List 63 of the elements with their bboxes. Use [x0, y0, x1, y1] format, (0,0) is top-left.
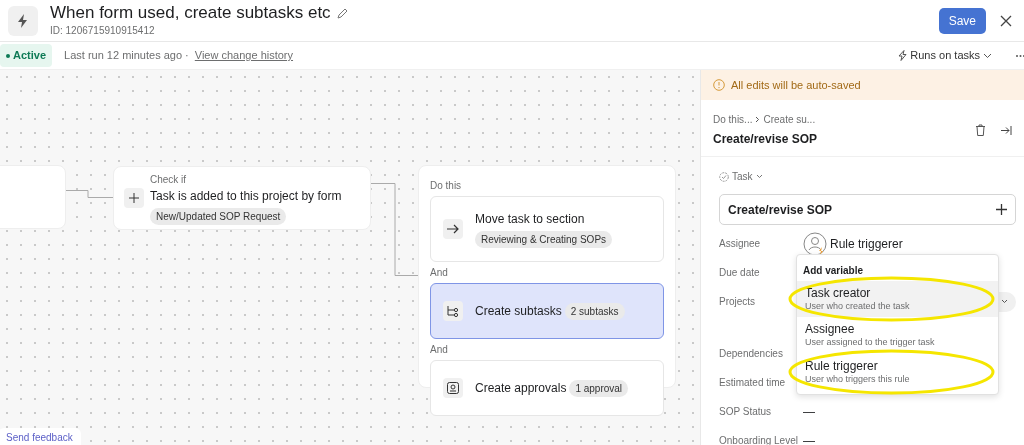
action-title: Create approvals: [475, 380, 567, 397]
plus-icon[interactable]: [996, 204, 1007, 215]
connector-line: [66, 190, 113, 199]
trash-icon[interactable]: [975, 124, 986, 136]
action-tag: Reviewing & Creating SOPs: [475, 231, 613, 248]
menu-item[interactable]: Rule triggerer User who triggers this rule: [797, 353, 998, 390]
condition-text: Task is added to this project by form: [150, 187, 342, 205]
status-dot: [6, 53, 10, 58]
rule-id: ID: 1206715910915412: [50, 24, 156, 38]
feedback-link[interactable]: Send feedback: [0, 428, 81, 445]
collapse-icon[interactable]: [1000, 124, 1012, 136]
menu-item[interactable]: Task creator User who created the task: [797, 281, 998, 318]
breadcrumb-item[interactable]: Create su...: [763, 112, 816, 127]
task-type-dropdown[interactable]: Task: [701, 157, 1024, 194]
menu-heading: Add variable: [802, 264, 865, 278]
field-value: —: [803, 403, 815, 421]
approval-icon: [443, 378, 463, 398]
save-button[interactable]: Save: [938, 7, 986, 34]
actions-label: Do this: [430, 179, 463, 193]
assignee-value[interactable]: Rule triggerer: [803, 231, 903, 256]
action-item[interactable]: Create approvals 1 approval: [430, 360, 664, 416]
field-label: Projects: [719, 295, 757, 309]
field-label: Estimated time: [719, 376, 787, 390]
connector-label: And: [430, 266, 449, 280]
more-icon[interactable]: [1016, 53, 1024, 58]
action-tag: 2 subtasks: [564, 302, 625, 320]
action-title: Create subtasks: [475, 303, 562, 320]
last-run-text: Last run 12 minutes ago ·: [64, 48, 189, 64]
check-circle-icon: [719, 171, 729, 182]
chevron-icon: [755, 116, 761, 123]
lightning-icon: [898, 50, 908, 61]
action-item[interactable]: Move task to section Reviewing & Creating SOPs: [430, 196, 664, 262]
form-tag: New/Updated SOP Request: [150, 207, 287, 225]
rule-title: When form used, create subtasks etc: [50, 3, 331, 23]
menu-item[interactable]: Assignee User assigned to the trigger task: [797, 317, 998, 354]
change-history-link[interactable]: View change history: [194, 47, 294, 64]
field-label: SOP Status: [719, 405, 773, 419]
close-icon[interactable]: [1000, 14, 1012, 27]
action-tag: 1 approval: [569, 379, 629, 397]
action-item[interactable]: Create subtasks 2 subtasks: [430, 283, 664, 339]
user-avatar-icon: [803, 231, 827, 256]
pencil-icon[interactable]: [336, 7, 348, 19]
notice-text: All edits will be auto-saved: [731, 77, 861, 93]
plus-icon: [129, 193, 139, 203]
chevron-icon: [983, 52, 992, 59]
field-label: Due date: [719, 266, 761, 280]
connector-label: And: [430, 343, 449, 357]
chevron-icon: [755, 174, 763, 179]
action-title: Move task to section: [475, 211, 585, 228]
field-value: —: [803, 432, 815, 445]
field-label: Dependencies: [719, 347, 784, 361]
subtasks-icon: [443, 301, 463, 321]
task-name-field[interactable]: Create/revise SOP: [719, 194, 1016, 225]
field-label: Assignee: [719, 237, 762, 251]
status-badge: Active: [0, 44, 53, 67]
panel-title: Create/revise SOP: [713, 131, 818, 148]
add-button[interactable]: [124, 188, 144, 208]
runs-on-dropdown[interactable]: Runs on tasks: [898, 47, 992, 64]
breadcrumb-item[interactable]: Do this...: [713, 112, 753, 127]
info-icon: [713, 79, 725, 91]
chevron-icon: [1001, 299, 1008, 304]
condition-label: Check if: [150, 172, 187, 187]
lightning-icon: [17, 13, 29, 28]
